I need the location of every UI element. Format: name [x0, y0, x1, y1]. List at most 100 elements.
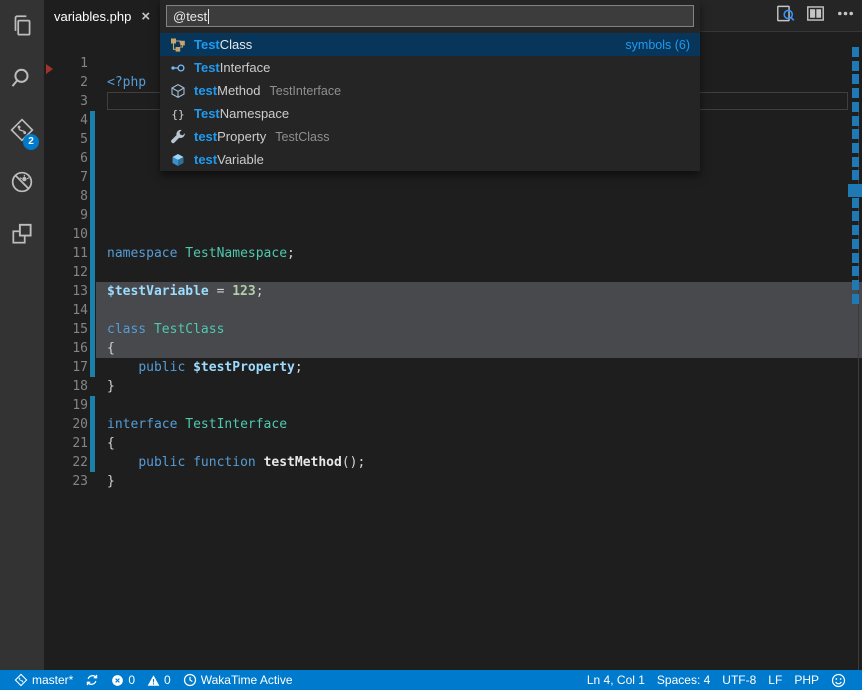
code-line-11[interactable]: 11	[44, 225, 862, 244]
overview-modified-mark	[852, 47, 859, 57]
quick-open-item-class[interactable]: TestClass symbols (6)	[160, 33, 700, 56]
overview-modified-mark	[852, 116, 859, 126]
quick-open-item-interface[interactable]: TestInterface	[160, 56, 700, 79]
code-text: }	[107, 472, 115, 491]
symbol-label: testProperty	[194, 129, 266, 144]
overview-modified-mark	[852, 280, 859, 290]
quick-open-list: TestClass symbols (6) TestInterface test…	[160, 33, 700, 171]
split-editor-button[interactable]	[800, 0, 830, 32]
quick-open-widget: @test TestClass symbols (6) TestInterfac…	[160, 0, 700, 171]
overview-modified-mark	[852, 61, 859, 71]
code-line-22[interactable]: 22 }	[44, 434, 862, 453]
status-language-mode[interactable]: PHP	[788, 670, 825, 690]
overview-range-mark	[848, 184, 862, 197]
code-line-17[interactable]: 17 }	[44, 339, 862, 358]
overview-modified-mark	[852, 294, 859, 304]
interface-icon	[170, 60, 186, 76]
status-warnings[interactable]: 0	[141, 670, 177, 690]
activity-bar-extensions[interactable]	[0, 208, 44, 260]
status-label: UTF-8	[722, 673, 756, 687]
code-line-20[interactable]: 20 {	[44, 396, 862, 415]
smiley-icon	[831, 673, 846, 688]
overview-modified-mark	[852, 170, 859, 180]
overview-modified-mark	[852, 88, 859, 98]
scrollbar-overview-ruler[interactable]	[848, 32, 862, 670]
line-number: 23	[44, 472, 88, 491]
text-caret	[208, 9, 209, 24]
activity-bar: 2	[0, 0, 44, 670]
split-editor-icon	[806, 4, 825, 28]
tab-label: variables.php	[54, 9, 131, 24]
search-icon	[9, 65, 35, 91]
overview-modified-mark	[852, 129, 859, 139]
tab-variables-php[interactable]: variables.php ×	[44, 0, 160, 32]
overview-modified-mark	[852, 239, 859, 249]
tab-close-icon[interactable]: ×	[141, 9, 150, 24]
status-label: WakaTime Active	[201, 673, 293, 687]
branch-icon	[14, 673, 28, 687]
activity-bar-source-control[interactable]: 2	[0, 104, 44, 156]
status-cursor-position[interactable]: Ln 4, Col 1	[581, 670, 651, 690]
status-label: LF	[768, 673, 782, 687]
symbol-container: TestClass	[275, 130, 329, 144]
property-icon	[170, 129, 186, 145]
status-encoding[interactable]: UTF-8	[716, 670, 762, 690]
code-line-15[interactable]: 15 {	[44, 301, 862, 320]
more-actions-icon	[836, 4, 855, 28]
code-line-12[interactable]: 12 $testVariable = 123;	[44, 244, 862, 263]
status-label: 0	[164, 673, 171, 687]
overview-modified-mark	[852, 253, 859, 263]
code-line-16[interactable]: 16 public $testProperty;	[44, 320, 862, 339]
symbol-container: TestInterface	[270, 84, 342, 98]
quick-open-input[interactable]: @test	[166, 5, 694, 27]
activity-bar-debug[interactable]	[0, 156, 44, 208]
status-indentation[interactable]: Spaces: 4	[651, 670, 716, 690]
class-icon	[170, 37, 186, 53]
activity-bar-search[interactable]	[0, 52, 44, 104]
overview-modified-mark	[852, 198, 859, 208]
code-line-14[interactable]: 14 class TestClass	[44, 282, 862, 301]
extensions-icon	[9, 221, 35, 247]
namespace-icon: {}	[170, 106, 186, 122]
overview-modified-mark	[852, 143, 859, 153]
quick-open-item-method[interactable]: testMethod TestInterface	[160, 79, 700, 102]
clock-icon	[183, 673, 197, 687]
code-line-23[interactable]: 23	[44, 453, 862, 472]
code-line-13[interactable]: 13	[44, 263, 862, 282]
overview-modified-mark	[852, 266, 859, 276]
activity-bar-explorer[interactable]	[0, 0, 44, 52]
quick-open-item-namespace[interactable]: {} TestNamespace	[160, 102, 700, 125]
status-feedback[interactable]	[825, 670, 852, 690]
quick-open-item-variable[interactable]: testVariable	[160, 148, 700, 171]
code-line-21[interactable]: 21 public function testMethod();	[44, 415, 862, 434]
overview-modified-mark	[852, 225, 859, 235]
quick-open-input-wrap: @test	[160, 0, 700, 33]
status-sync[interactable]	[79, 670, 105, 690]
code-line-10[interactable]: 10 namespace TestNamespace;	[44, 206, 862, 225]
variable-icon	[170, 152, 186, 168]
sync-icon	[85, 673, 99, 687]
status-bar-right: Ln 4, Col 1 Spaces: 4 UTF-8 LF PHP	[581, 670, 862, 690]
vscode-window: 2 variables.php × 1 <?php 2 3 4 5 6 7 8 …	[0, 0, 862, 690]
overview-modified-mark	[852, 102, 859, 112]
status-errors[interactable]: 0	[105, 670, 141, 690]
symbol-label: TestClass	[194, 37, 252, 52]
symbol-label: testMethod	[194, 83, 261, 98]
debug-icon	[9, 169, 35, 195]
code-line-18[interactable]: 18	[44, 358, 862, 377]
files-icon	[9, 13, 35, 39]
symbol-label: TestNamespace	[194, 106, 289, 121]
overview-modified-mark	[852, 211, 859, 221]
status-git-branch[interactable]: master*	[8, 670, 79, 690]
quick-open-item-property[interactable]: testProperty TestClass	[160, 125, 700, 148]
status-wakatime[interactable]: WakaTime Active	[177, 670, 299, 690]
status-eol[interactable]: LF	[762, 670, 788, 690]
status-label: master*	[32, 673, 73, 687]
code-line-19[interactable]: 19 interface TestInterface	[44, 377, 862, 396]
code-line-9[interactable]: 9	[44, 187, 862, 206]
open-preview-icon	[776, 4, 795, 28]
more-actions-button[interactable]	[830, 0, 860, 32]
open-preview-button[interactable]	[770, 0, 800, 32]
status-label: Ln 4, Col 1	[587, 673, 645, 687]
error-icon	[111, 674, 124, 687]
